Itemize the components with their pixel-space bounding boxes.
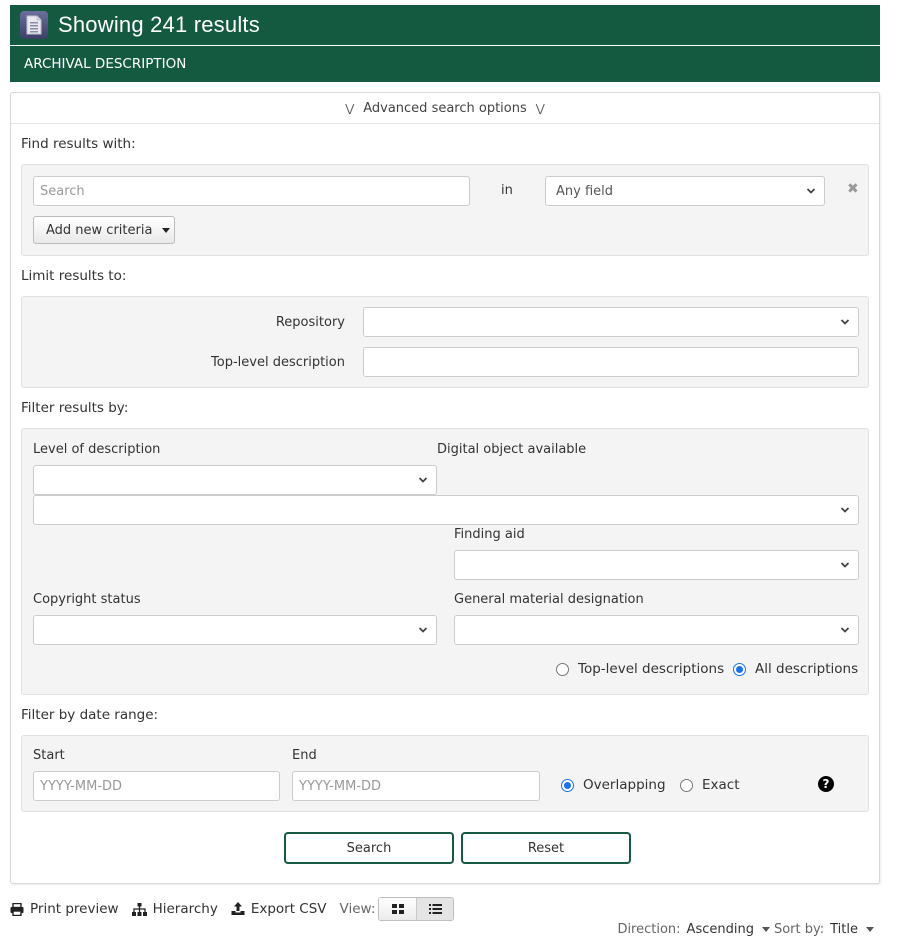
digital-object-label: Digital object available <box>437 442 587 457</box>
remove-criteria-icon[interactable]: ✖ <box>847 181 859 197</box>
card-view-button[interactable] <box>379 898 417 920</box>
hierarchy-link[interactable]: Hierarchy <box>131 901 218 917</box>
finding-aid-label: Finding aid <box>454 527 525 542</box>
search-input[interactable]: Search <box>33 176 470 206</box>
radio-unchecked-icon <box>556 662 569 676</box>
table-view-button[interactable] <box>416 898 454 920</box>
top-level-description-label: Top-level description <box>211 355 345 370</box>
digital-object-select[interactable] <box>33 495 859 525</box>
chevron-down-icon <box>806 188 816 194</box>
caret-down-icon <box>866 927 874 932</box>
limit-results-label: Limit results to: <box>21 268 127 284</box>
end-date-label: End <box>292 748 317 763</box>
date-range-well: Start YYYY-MM-DD End YYYY-MM-DD Overlapp… <box>21 735 869 812</box>
limit-well: Repository Top-level description <box>21 296 869 388</box>
radio-all-descriptions[interactable]: All descriptions <box>733 661 858 677</box>
repository-label: Repository <box>275 315 345 330</box>
radio-exact[interactable]: Exact <box>680 777 740 793</box>
upload-icon <box>231 902 245 915</box>
question-circle-icon[interactable]: ? <box>818 776 834 792</box>
radio-overlapping[interactable]: Overlapping <box>561 777 666 793</box>
gmd-select[interactable] <box>454 615 859 645</box>
filter-well: Level of description Digital object avai… <box>21 428 869 695</box>
top-level-description-input[interactable] <box>363 347 859 377</box>
radio-unchecked-icon <box>680 778 693 792</box>
finding-aid-select[interactable] <box>454 550 859 580</box>
copyright-status-select[interactable] <box>33 615 437 645</box>
export-csv-link[interactable]: Export CSV <box>231 901 327 917</box>
criteria-well: Search in Any field ✖ Add new criteria <box>21 164 869 256</box>
chevron-down-icon <box>840 562 850 568</box>
copyright-status-label: Copyright status <box>33 592 141 607</box>
double-chevron-down-icon: ⋁︎ <box>535 101 545 115</box>
field-select[interactable]: Any field <box>545 176 825 206</box>
caret-down-icon <box>162 227 171 233</box>
add-new-criteria-button[interactable]: Add new criteria <box>33 216 175 244</box>
find-results-label: Find results with: <box>21 136 136 152</box>
chevron-down-icon <box>840 507 850 513</box>
radio-checked-icon <box>733 662 746 676</box>
search-button[interactable]: Search <box>284 832 454 864</box>
date-range-label: Filter by date range: <box>21 707 159 723</box>
sitemap-icon <box>131 902 147 916</box>
start-date-input[interactable]: YYYY-MM-DD <box>33 771 280 801</box>
level-of-description-label: Level of description <box>33 442 161 457</box>
chevron-down-icon <box>418 477 428 483</box>
section-subtitle: ARCHIVAL DESCRIPTION <box>10 46 880 82</box>
chevron-down-icon <box>840 319 850 325</box>
chevron-down-icon <box>418 627 428 633</box>
caret-down-icon <box>761 927 770 932</box>
results-toolbar: Print preview Hierarchy Export CSV View: <box>10 896 455 922</box>
gmd-label: General material designation <box>454 592 644 607</box>
print-preview-link[interactable]: Print preview <box>10 901 119 917</box>
chevron-down-icon <box>840 627 850 633</box>
filter-results-label: Filter results by: <box>21 400 129 416</box>
reset-button[interactable]: Reset <box>461 832 631 864</box>
advanced-search-panel: ⋁︎ Advanced search options ⋁︎ Find resul… <box>10 92 880 884</box>
results-header: Showing 241 results <box>10 5 880 45</box>
document-icon <box>20 11 48 39</box>
advanced-search-toggle-label: Advanced search options <box>363 100 527 116</box>
radio-top-level-descriptions[interactable]: Top-level descriptions <box>556 661 724 677</box>
view-toggle-group <box>378 897 455 921</box>
in-label: in <box>501 183 513 198</box>
double-chevron-down-icon: ⋁︎ <box>345 101 355 115</box>
list-icon <box>428 904 442 914</box>
view-label: View: <box>339 901 376 917</box>
radio-checked-icon <box>561 778 574 792</box>
repository-select[interactable] <box>363 307 859 337</box>
advanced-search-toggle[interactable]: ⋁︎ Advanced search options ⋁︎ <box>11 93 879 124</box>
grid-icon <box>391 904 404 914</box>
page-title: Showing 241 results <box>58 12 260 37</box>
level-of-description-select[interactable] <box>33 465 437 495</box>
start-date-label: Start <box>33 748 65 763</box>
print-icon <box>10 902 24 916</box>
end-date-input[interactable]: YYYY-MM-DD <box>292 771 540 801</box>
